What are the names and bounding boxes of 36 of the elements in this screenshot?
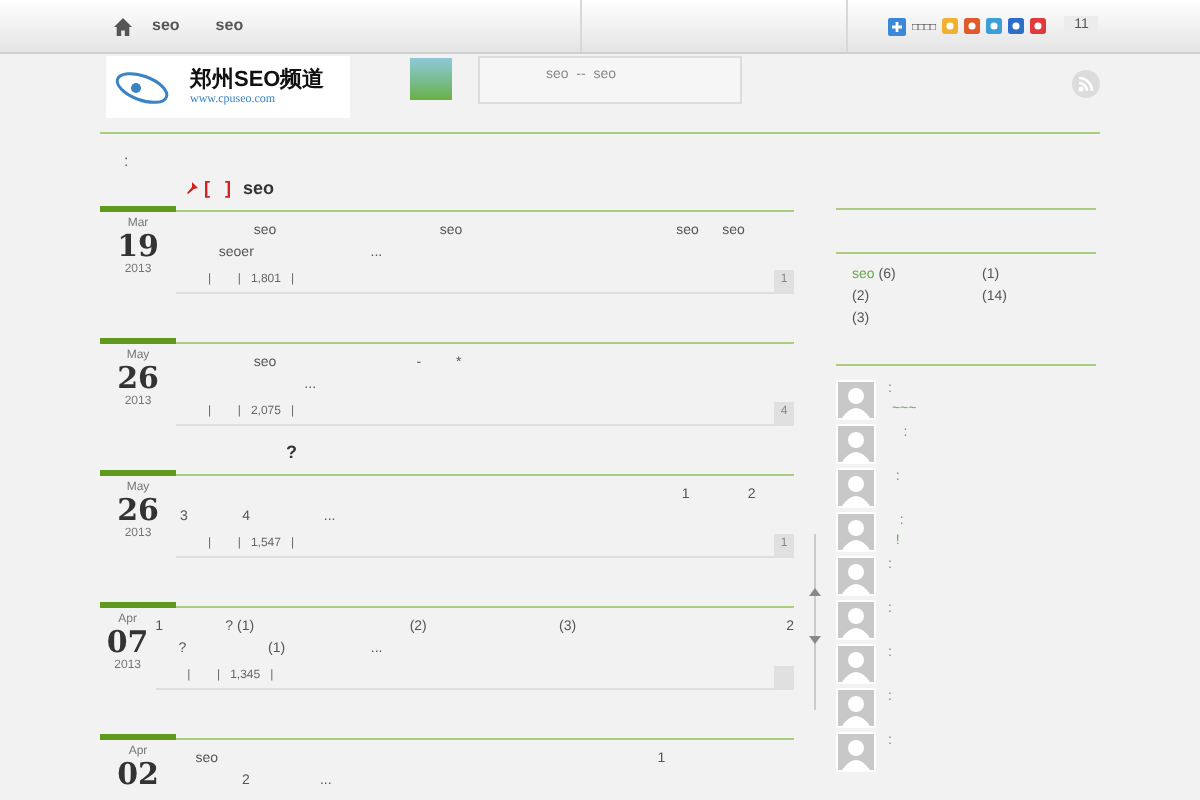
- share-service-icon[interactable]: [964, 18, 981, 34]
- avatar-icon: [836, 424, 876, 464]
- accent-bar: [100, 602, 176, 608]
- share-service-icon[interactable]: [986, 18, 1003, 34]
- avatar-icon: [836, 732, 876, 772]
- post-day: 26: [117, 364, 159, 394]
- share-service-icon[interactable]: [1008, 18, 1025, 34]
- avatar-icon: [836, 468, 876, 508]
- avatar-icon: [836, 556, 876, 596]
- post-day: 07: [106, 628, 149, 658]
- share-service-icon[interactable]: [1030, 18, 1047, 34]
- post-day: 26: [117, 496, 159, 526]
- avatar-icon: [836, 688, 876, 728]
- sticky-tag: [ ]: [204, 175, 231, 202]
- scroll-arrows-icon[interactable]: [808, 534, 822, 710]
- avatar-icon: [836, 600, 876, 640]
- photo-placeholder: [410, 58, 452, 100]
- post-day: 19: [117, 232, 159, 262]
- avatar-icon: [836, 644, 876, 684]
- accent-bar: [100, 470, 176, 476]
- logo-title: 郑州SEO频道: [190, 69, 325, 91]
- accent-bar: [100, 206, 176, 212]
- nav-link[interactable]: seo: [215, 14, 244, 38]
- post-day: 02: [117, 760, 159, 790]
- accent-bar: [100, 734, 176, 740]
- breadcrumb: :: [124, 152, 129, 170]
- pin-icon: [186, 182, 198, 195]
- orbit-icon: [114, 67, 170, 107]
- accent-bar: [100, 338, 176, 344]
- nav-link[interactable]: seo: [152, 14, 180, 38]
- home-icon[interactable]: [114, 17, 132, 35]
- post-title[interactable]: ?: [186, 439, 298, 466]
- post-title[interactable]: seo: [243, 175, 275, 202]
- avatar-icon: [836, 512, 876, 552]
- plus-icon[interactable]: [888, 17, 906, 35]
- avatar-icon: [836, 380, 876, 420]
